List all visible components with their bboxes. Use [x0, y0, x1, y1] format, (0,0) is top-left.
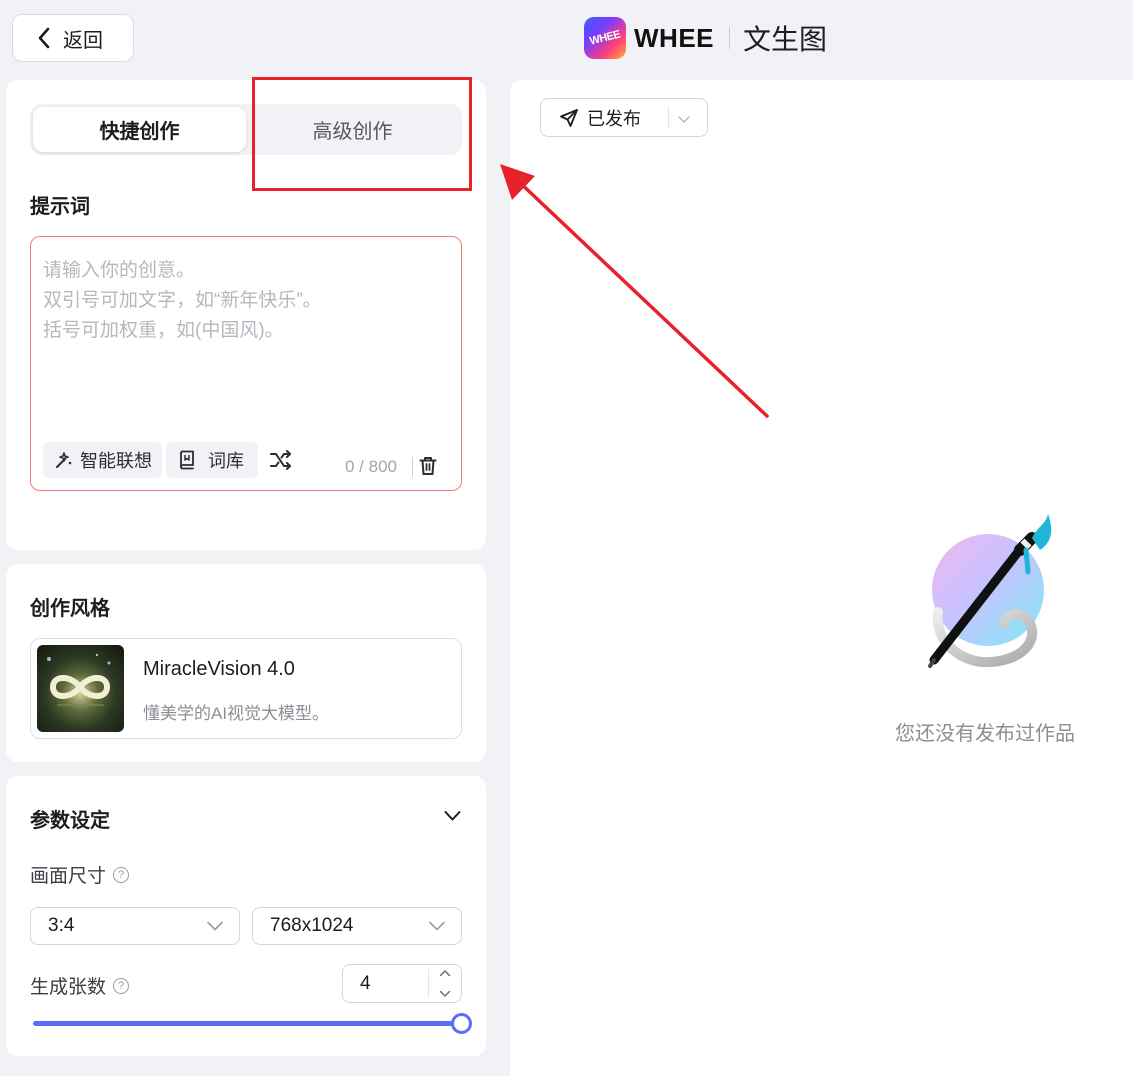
publish-filter-label: 已发布: [587, 108, 641, 129]
chevron-down-icon[interactable]: [439, 990, 451, 998]
app-logo: WHEE WHEE 文生图: [584, 17, 827, 59]
paintbrush-empty-illustration-icon: [928, 514, 1052, 668]
trash-icon[interactable]: [419, 456, 437, 476]
brand-name: WHEE: [634, 22, 714, 53]
style-model-name: MiracleVision 4.0: [143, 658, 295, 680]
image-count-slider-thumb[interactable]: [451, 1013, 472, 1034]
prompt-placeholder-line-1: 请输入你的创意。: [43, 260, 196, 281]
chevron-down-icon: [678, 116, 690, 123]
smart-association-label: 智能联想: [80, 451, 152, 471]
size-label: 画面尺寸: [30, 866, 107, 887]
style-model-description: 懂美学的AI视觉大模型。: [143, 704, 330, 723]
infinity-artwork-icon: [47, 653, 111, 706]
prompt-char-count: 0 / 800: [345, 457, 397, 476]
prompt-placeholder-line-3: 括号可加权重，如(中国风)。: [43, 320, 284, 341]
shuffle-icon[interactable]: [269, 450, 293, 470]
aspect-ratio-select[interactable]: 3:4: [30, 907, 240, 945]
chevron-down-icon: [207, 921, 223, 931]
magic-wand-icon: [56, 452, 72, 468]
empty-state-text: 您还没有发布过作品: [895, 723, 1075, 745]
prompt-placeholder-line-2: 双引号可加文字，如“新年快乐”。: [43, 290, 322, 311]
page-title: 文生图: [743, 24, 828, 55]
prompt-section-label: 提示词: [30, 196, 90, 218]
params-section-label: 参数设定: [30, 810, 110, 832]
dropdown-divider: [668, 107, 669, 129]
header-divider: [729, 27, 730, 49]
count-label: 生成张数: [30, 977, 107, 998]
count-label-row: 生成张数 ?: [30, 972, 130, 999]
publish-filter-dropdown[interactable]: 已发布: [540, 98, 708, 137]
back-label: 返回: [63, 29, 103, 52]
help-icon[interactable]: ?: [113, 866, 130, 883]
style-section-label: 创作风格: [30, 598, 110, 620]
annotation-highlight-box: [252, 77, 472, 191]
annotation-arrow: [500, 164, 769, 418]
logo-mark-text: WHEE: [588, 28, 622, 48]
image-count-stepper[interactable]: 4: [342, 964, 462, 1003]
book-icon: [180, 450, 194, 470]
chevron-up-icon[interactable]: [439, 969, 451, 977]
counter-divider: [412, 457, 413, 477]
lexicon-button[interactable]: 词库: [166, 442, 258, 478]
resolution-select[interactable]: 768x1024: [252, 907, 462, 945]
size-label-row: 画面尺寸 ?: [30, 861, 130, 888]
chevron-left-icon: [38, 27, 50, 49]
chevron-down-icon[interactable]: [444, 810, 461, 822]
tab-quick-create[interactable]: 快捷创作: [33, 107, 246, 152]
resolution-value: 768x1024: [270, 915, 354, 936]
image-count-slider-track[interactable]: [33, 1021, 453, 1026]
help-icon[interactable]: ?: [113, 977, 130, 994]
smart-association-button[interactable]: 智能联想: [43, 442, 162, 478]
stepper-arrows: [428, 969, 461, 998]
lexicon-label: 词库: [208, 451, 244, 471]
send-icon: [560, 108, 578, 127]
whee-logo-icon: WHEE: [584, 17, 626, 59]
back-button[interactable]: 返回: [12, 14, 134, 62]
style-thumbnail: [37, 645, 124, 732]
image-count-value: 4: [360, 972, 371, 994]
chevron-down-icon: [429, 921, 445, 931]
aspect-ratio-value: 3:4: [48, 915, 75, 936]
